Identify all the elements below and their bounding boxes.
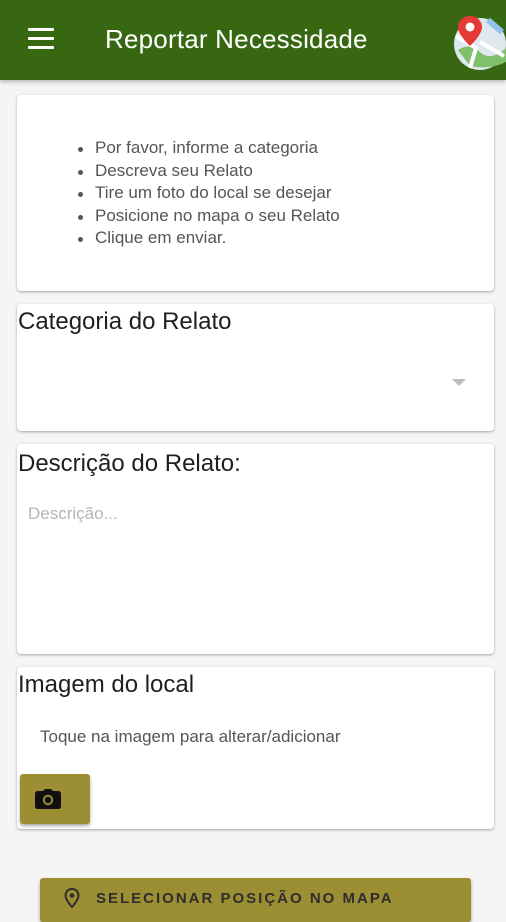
hamburger-menu-icon [28,28,54,31]
category-card: Categoria do Relato [17,304,494,431]
dropdown-caret-icon [452,379,466,386]
menu-button[interactable] [28,28,56,52]
camera-icon [35,789,61,809]
camera-button[interactable] [20,774,90,824]
instruction-item: Posicione no mapa o seu Relato [78,205,340,228]
category-select[interactable] [27,354,484,412]
image-hint-text[interactable]: Toque na imagem para alterar/adicionar [40,727,341,747]
app-header: Reportar Necessidade [0,0,506,80]
instruction-item: Por favor, informe a categoria [78,137,340,160]
image-card: Imagem do local Toque na imagem para alt… [17,667,494,829]
select-map-position-button[interactable]: SELECIONAR POSIÇÃO NO MAPA [40,878,471,922]
instruction-item: Descreva seu Relato [78,160,340,183]
category-title: Categoria do Relato [18,308,232,335]
location-pin-icon [64,888,80,908]
instructions-list: Por favor, informe a categoria Descreva … [78,137,340,250]
description-card: Descrição do Relato: [17,444,494,654]
instruction-item: Tire um foto do local se desejar [78,182,340,205]
image-title: Imagem do local [18,671,195,698]
instruction-item: Clique em enviar. [78,227,340,250]
map-pin-icon[interactable] [450,12,506,70]
description-input[interactable] [28,500,483,644]
description-title: Descrição do Relato: [18,450,241,477]
select-map-position-label: SELECIONAR POSIÇÃO NO MAPA [96,890,394,907]
instructions-card: Por favor, informe a categoria Descreva … [17,95,494,291]
page-title: Reportar Necessidade [105,24,368,54]
